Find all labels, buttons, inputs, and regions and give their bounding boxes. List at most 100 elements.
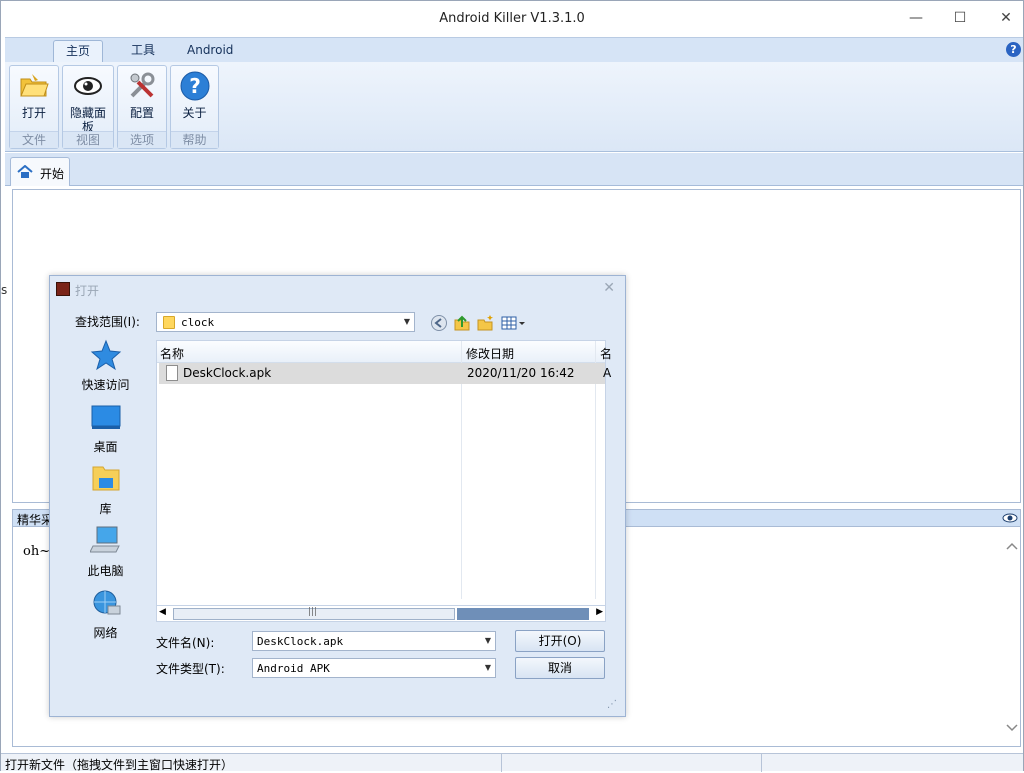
help-circle-icon: ? [180,71,209,101]
file-type: A [603,366,612,380]
library-icon [92,466,120,491]
place-desktop[interactable]: 桌面 [68,396,143,458]
chevron-down-icon[interactable]: ▼ [485,636,491,645]
group-label-file: 文件 [10,131,58,148]
up-folder-icon[interactable] [453,314,471,332]
help-icon[interactable]: ? [1006,42,1021,57]
computer-icon [90,526,120,553]
place-label: 桌面 [93,440,118,454]
maximize-button[interactable]: ☐ [947,7,973,29]
group-label-options: 选项 [118,131,166,148]
left-edge-text: s [1,283,8,297]
tab-start-label: 开始 [40,167,65,181]
place-label: 此电脑 [87,564,124,578]
file-date: 2020/11/20 16:42 [467,366,575,380]
tab-android[interactable]: Android [175,40,245,63]
minimize-button[interactable]: — [903,7,929,29]
config-button[interactable]: 配置 [118,106,166,120]
eye-icon[interactable] [1002,511,1018,525]
chevron-down-icon[interactable]: ▼ [485,663,491,672]
place-this-pc[interactable]: 此电脑 [68,520,143,582]
hide-panel-button[interactable]: 隐藏面板 [63,106,113,134]
about-button[interactable]: 关于 [171,106,218,120]
group-file: 打开 文件 [9,65,59,149]
look-in-value: clock [181,316,215,329]
tab-tools[interactable]: 工具 [119,40,167,63]
scroll-thumb[interactable]: ||| [173,607,455,620]
dialog-title: 打开 [75,284,100,298]
back-icon[interactable] [430,314,448,332]
file-icon [166,365,178,381]
group-view: 隐藏面板 视图 [62,65,114,149]
title-bar: Android Killer V1.3.1.0 — ☐ ✕ [1,1,1023,37]
status-divider [501,754,502,772]
scroll-right-icon[interactable]: ▶ [596,607,603,617]
svg-text:?: ? [189,74,201,98]
status-text: 打开新文件（拖拽文件到主窗口快速打开） [5,758,234,772]
group-options: 配置 选项 [117,65,167,149]
bottom-panel-title: 精华采 [17,513,54,527]
group-label-view: 视图 [63,131,113,148]
place-label: 快速访问 [81,378,130,392]
group-help: ? 关于 帮助 [170,65,219,149]
dialog-title-bar: 打开 ✕ [50,276,625,302]
view-menu-icon[interactable] [500,314,526,332]
chevron-down-icon: ▼ [403,317,410,326]
network-icon [93,590,121,615]
window-title: Android Killer V1.3.1.0 [439,11,585,26]
tab-start[interactable]: 开始 [10,157,70,186]
ribbon-tab-bar: 主页 工具 Android ? [5,37,1023,63]
column-header-date[interactable]: 修改日期 [466,345,514,362]
filetype-label: 文件类型(T): [156,662,225,676]
filename-input[interactable]: DeskClock.apk ▼ [252,631,496,651]
folder-icon [163,316,175,329]
chevron-up-icon[interactable] [1006,542,1018,550]
status-bar: 打开新文件（拖拽文件到主窗口快速打开） [1,753,1023,772]
dialog-close-button[interactable]: ✕ [603,280,615,296]
close-button[interactable]: ✕ [993,7,1019,29]
app-icon [56,282,70,296]
file-row[interactable]: DeskClock.apk 2020/11/20 16:42 A [159,363,611,384]
desktop-icon [91,405,121,429]
open-file-dialog: 打开 ✕ 查找范围(I): clock ▼ 快速访问 桌面 库 此电脑 网络 名… [49,275,626,717]
eye-icon [74,77,102,95]
new-folder-icon[interactable] [476,314,494,332]
cancel-button[interactable]: 取消 [515,657,605,679]
place-label: 库 [99,502,112,516]
filetype-value: Android APK [257,662,330,675]
open-button[interactable]: 打开 [10,106,58,120]
tab-home[interactable]: 主页 [53,40,104,63]
tools-icon [130,72,155,98]
file-list: 名称 修改日期 名 DeskClock.apk 2020/11/20 16:42… [156,340,612,622]
scroll-track[interactable] [457,608,589,620]
place-network[interactable]: 网络 [68,582,143,644]
chevron-down-icon[interactable] [1006,724,1018,732]
folder-open-icon [20,74,49,97]
look-in-label: 查找范围(I): [75,315,140,329]
status-divider [761,754,762,772]
place-label: 网络 [93,626,118,640]
column-header-name[interactable]: 名称 [160,345,184,362]
document-tab-bar: 开始 [5,153,1023,186]
filename-label: 文件名(N): [156,636,215,650]
vertical-scrollbar[interactable] [1003,528,1020,746]
look-in-combo[interactable]: clock ▼ [156,312,415,332]
file-name: DeskClock.apk [183,366,272,380]
open-file-button[interactable]: 打开(O) [515,630,605,652]
bottom-panel-text: oh~ [23,544,51,559]
scroll-left-icon[interactable]: ◀ [159,607,166,617]
resize-grip-icon[interactable]: ⋰ [607,699,617,710]
file-list-header: 名称 修改日期 名 [157,341,612,363]
column-header-type[interactable]: 名 [600,345,612,362]
place-library[interactable]: 库 [68,458,143,520]
places-bar: 快速访问 桌面 库 此电脑 网络 [68,334,143,654]
group-label-help: 帮助 [171,131,218,148]
home-icon [17,165,33,178]
place-quick-access[interactable]: 快速访问 [68,334,143,396]
scroll-grip: ||| [308,607,318,617]
star-icon [90,339,122,371]
filetype-select[interactable]: Android APK ▼ [252,658,496,678]
filename-value: DeskClock.apk [257,635,344,648]
ribbon-panel: 打开 文件 隐藏面板 视图 配置 选项 ? 关于 帮助 [5,62,1023,152]
horizontal-scrollbar[interactable]: ◀ ||| ▶ [157,605,605,621]
